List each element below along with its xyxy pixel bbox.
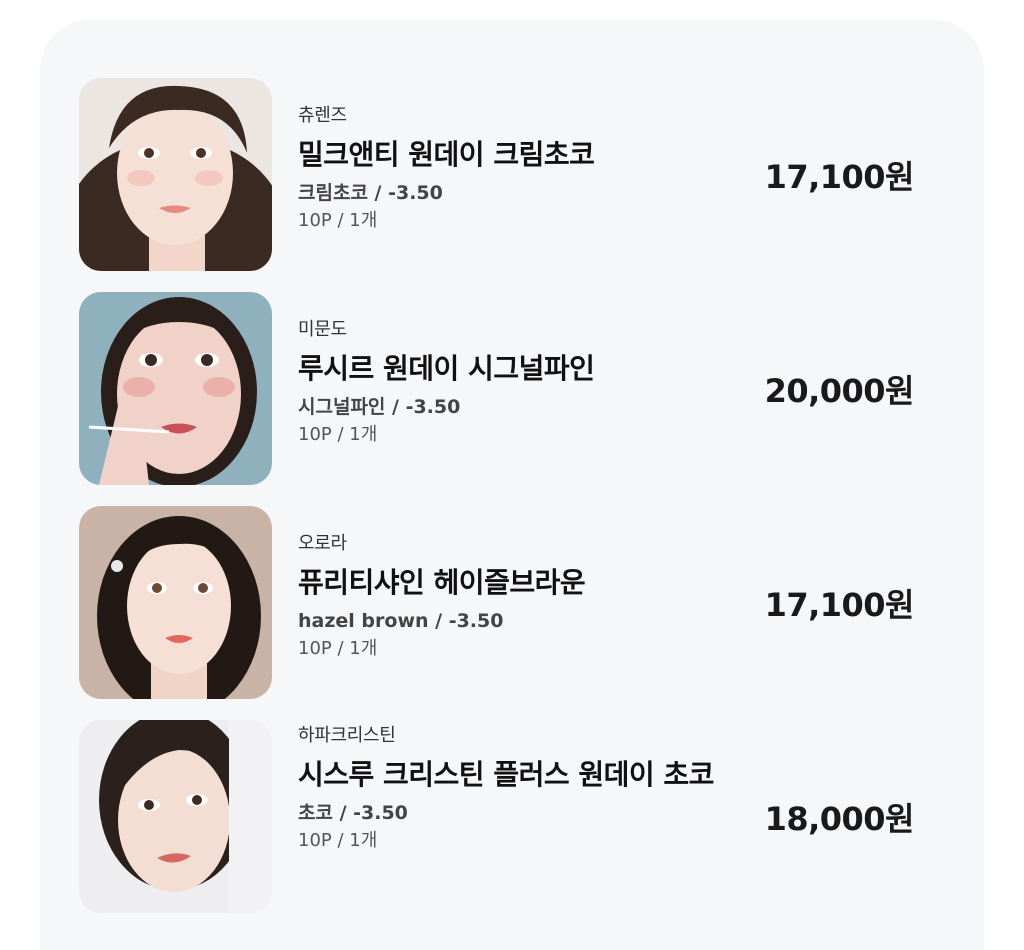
product-quantity: 10P / 1개 <box>298 210 378 231</box>
product-quantity: 10P / 1개 <box>298 638 378 659</box>
product-thumbnail[interactable] <box>79 720 272 913</box>
cart-item[interactable]: 츄렌즈 밀크앤티 원데이 크림초코 크림초코 / -3.50 10P / 1개 … <box>79 78 919 271</box>
product-brand: 츄렌즈 <box>298 105 347 126</box>
product-price: 20,000원 <box>764 371 915 410</box>
cart-item[interactable]: 하파크리스틴 시스루 크리스틴 플러스 원데이 초코 초코 / -3.50 10… <box>79 720 919 913</box>
product-name[interactable]: 루시르 원데이 시그널파인 <box>298 350 748 388</box>
product-brand: 하파크리스틴 <box>298 725 396 746</box>
product-price: 17,100원 <box>764 157 915 196</box>
product-model-photo-icon <box>79 720 272 913</box>
product-option: 시그널파인 / -3.50 <box>298 396 461 418</box>
product-name[interactable]: 퓨리티샤인 헤이즐브라운 <box>298 564 748 602</box>
product-quantity: 10P / 1개 <box>298 830 378 851</box>
product-info: 하파크리스틴 시스루 크리스틴 플러스 원데이 초코 초코 / -3.50 10… <box>298 724 748 854</box>
product-price: 18,000원 <box>764 799 915 838</box>
product-price: 17,100원 <box>764 585 915 624</box>
product-thumbnail[interactable] <box>79 292 272 485</box>
product-quantity: 10P / 1개 <box>298 424 378 445</box>
cart-item-list: 츄렌즈 밀크앤티 원데이 크림초코 크림초코 / -3.50 10P / 1개 … <box>79 78 919 934</box>
product-info: 미문도 루시르 원데이 시그널파인 시그널파인 / -3.50 10P / 1개 <box>298 318 748 448</box>
product-model-photo-icon <box>79 78 272 271</box>
product-info: 츄렌즈 밀크앤티 원데이 크림초코 크림초코 / -3.50 10P / 1개 <box>298 104 748 234</box>
product-option: 크림초코 / -3.50 <box>298 182 443 204</box>
product-thumbnail[interactable] <box>79 78 272 271</box>
product-name[interactable]: 밀크앤티 원데이 크림초코 <box>298 136 748 174</box>
product-brand: 미문도 <box>298 319 347 340</box>
product-model-photo-icon <box>79 506 272 699</box>
product-option: hazel brown / -3.50 <box>298 610 504 632</box>
cart-item[interactable]: 오로라 퓨리티샤인 헤이즐브라운 hazel brown / -3.50 10P… <box>79 506 919 699</box>
product-thumbnail[interactable] <box>79 506 272 699</box>
product-option: 초코 / -3.50 <box>298 802 408 824</box>
product-brand: 오로라 <box>298 533 347 554</box>
product-info: 오로라 퓨리티샤인 헤이즐브라운 hazel brown / -3.50 10P… <box>298 532 748 662</box>
product-name[interactable]: 시스루 크리스틴 플러스 원데이 초코 <box>298 756 748 794</box>
cart-item[interactable]: 미문도 루시르 원데이 시그널파인 시그널파인 / -3.50 10P / 1개… <box>79 292 919 485</box>
product-model-photo-icon <box>79 292 272 485</box>
